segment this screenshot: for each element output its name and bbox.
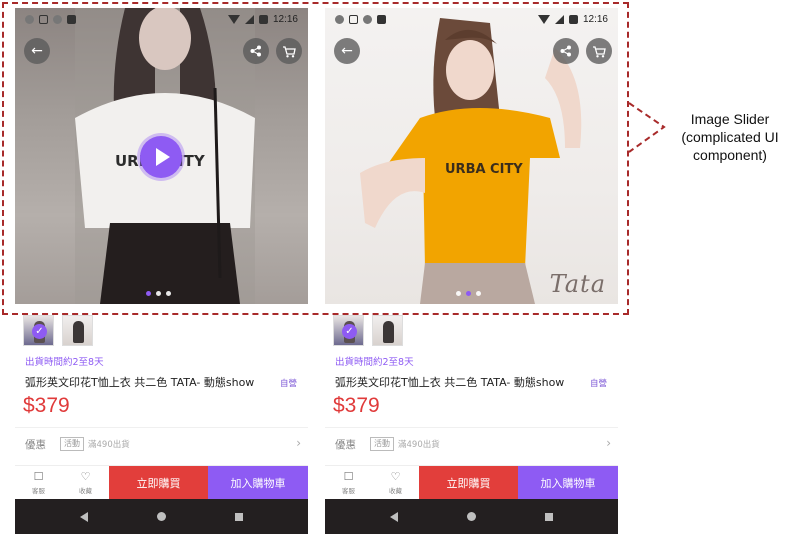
annotation-line-3: component) — [693, 147, 767, 163]
annotation-line-1: Image Slider — [690, 111, 770, 127]
annotation-line-2: (complicated UI — [681, 129, 779, 145]
annotation-label: Image Slider (complicated UI component) — [670, 110, 790, 164]
callout-connector — [628, 102, 666, 153]
